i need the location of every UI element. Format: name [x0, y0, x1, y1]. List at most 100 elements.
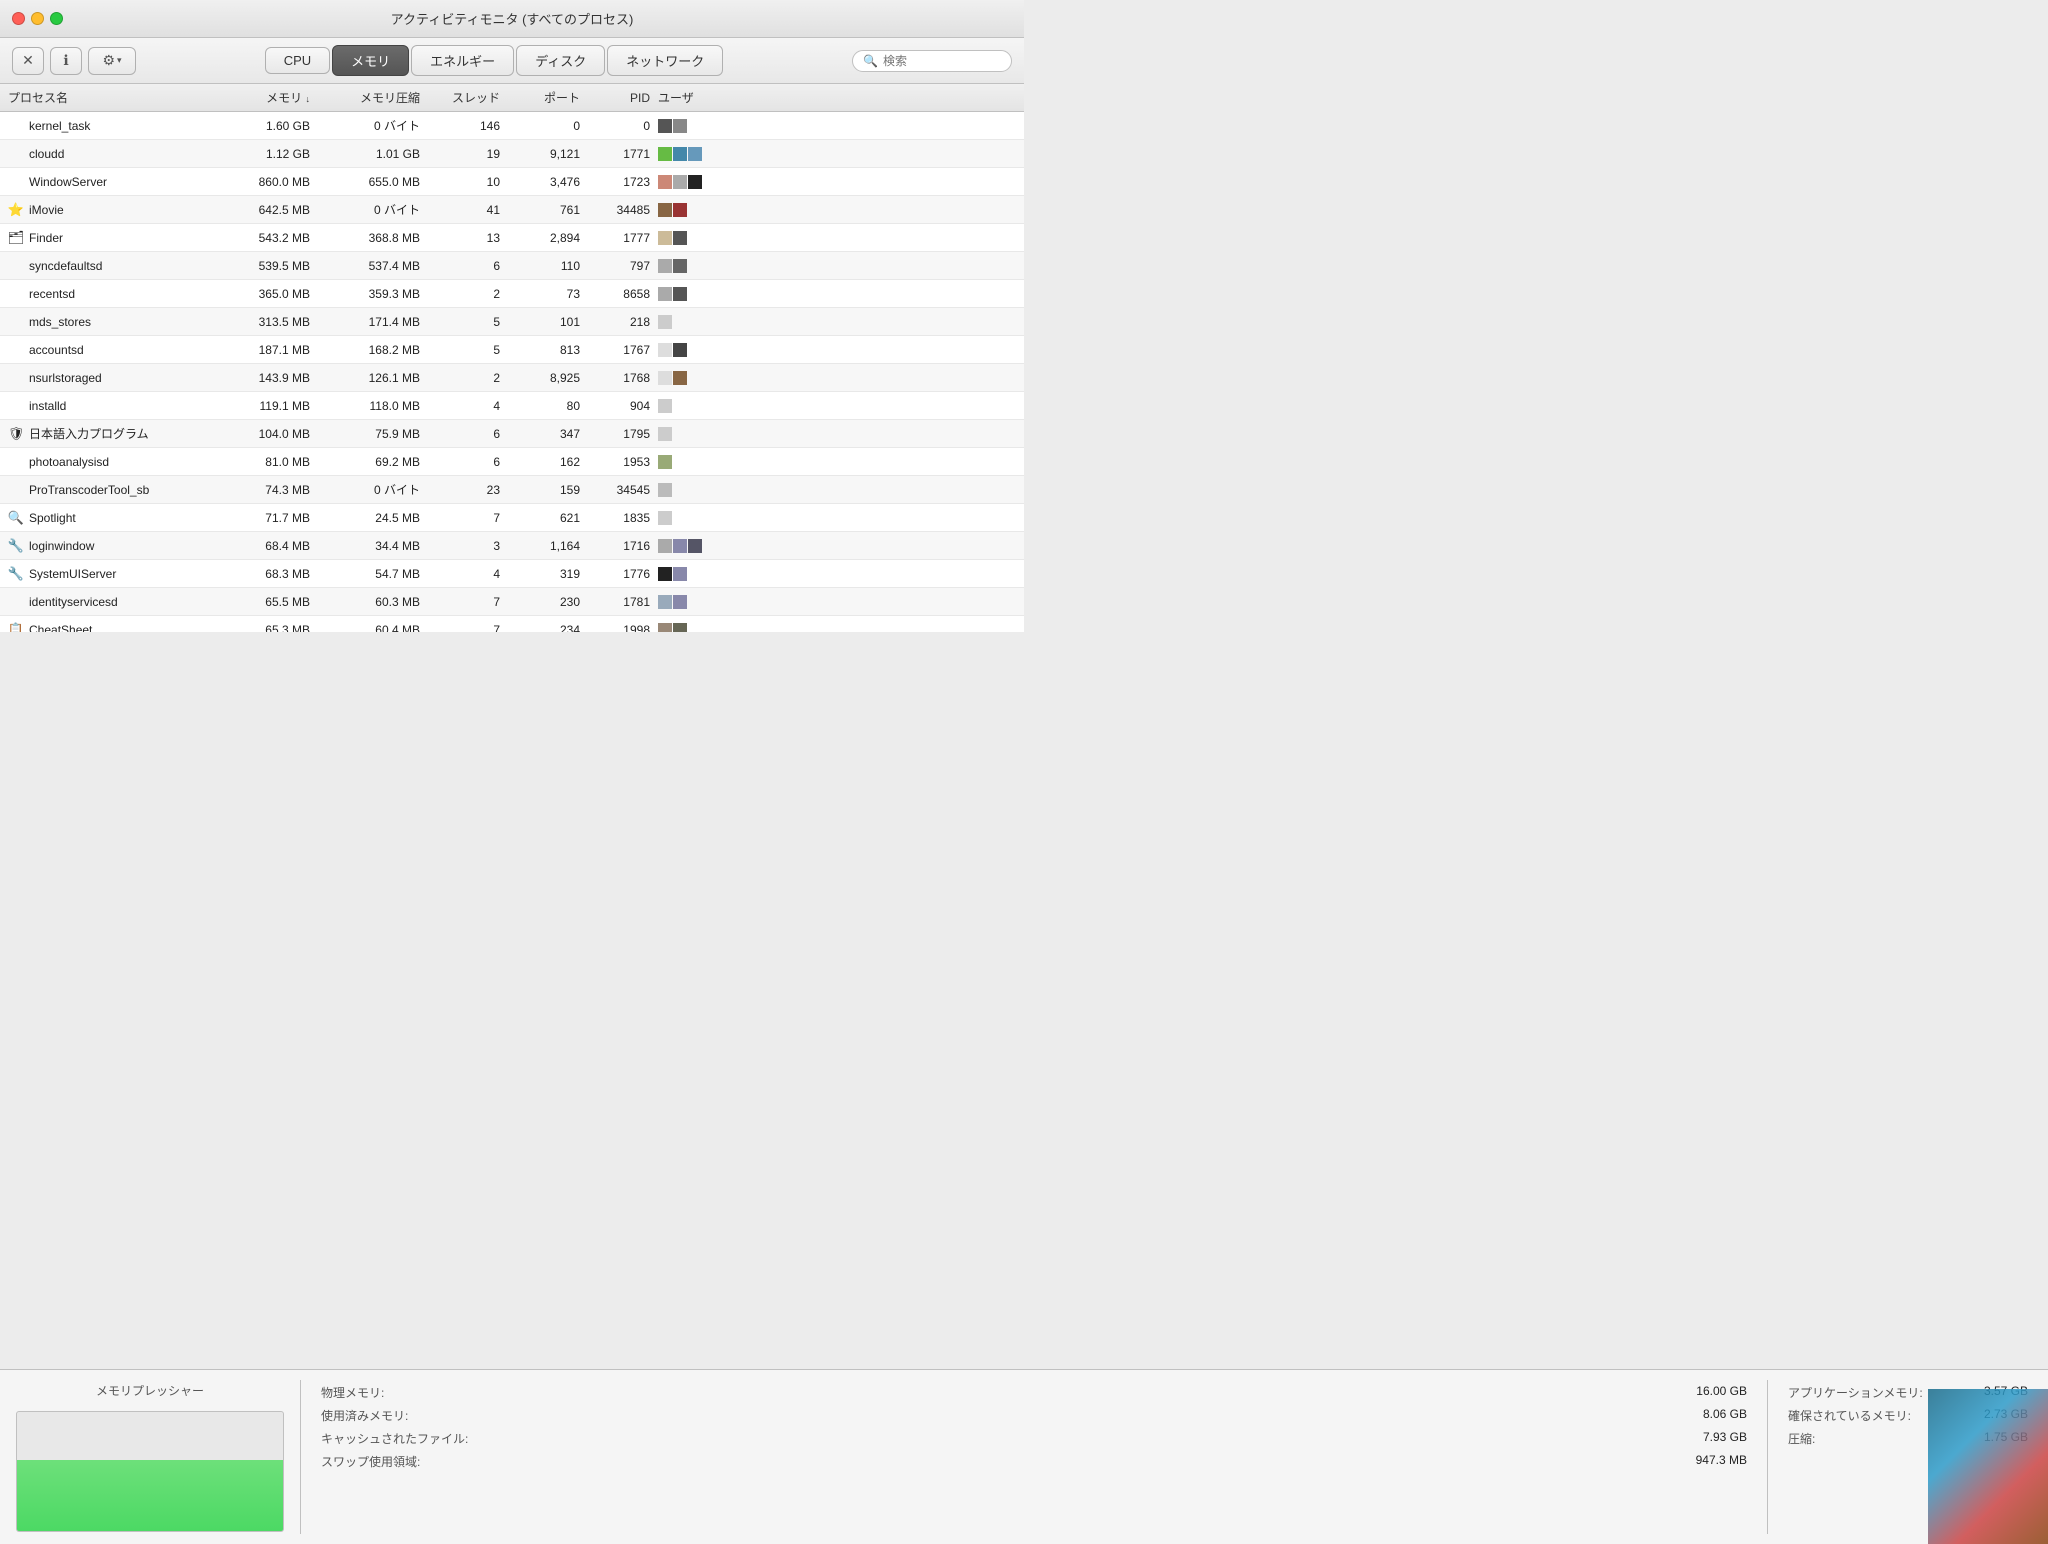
- cell-memcomp: 69.2 MB: [318, 455, 428, 469]
- cell-process-name: WindowServer: [8, 174, 208, 190]
- col-header-memcomp[interactable]: メモリ圧縮: [318, 89, 428, 106]
- cell-threads: 19: [428, 147, 508, 161]
- col-header-process[interactable]: プロセス名: [8, 89, 208, 106]
- cell-memcomp: 118.0 MB: [318, 399, 428, 413]
- tab-disk[interactable]: ディスク: [516, 45, 605, 76]
- table-row[interactable]: recentsd 365.0 MB 359.3 MB 2 73 8658: [0, 280, 1024, 308]
- cell-pid: 1777: [588, 231, 658, 245]
- cell-ports: 761: [508, 203, 588, 217]
- process-icon: 🗂: [8, 230, 24, 246]
- process-icon: [8, 482, 24, 498]
- table-row[interactable]: nsurlstoraged 143.9 MB 126.1 MB 2 8,925 …: [0, 364, 1024, 392]
- user-blocks: [658, 511, 672, 525]
- cell-user: [658, 315, 1016, 329]
- cell-memory: 365.0 MB: [208, 287, 318, 301]
- col-header-pid[interactable]: PID: [588, 91, 658, 105]
- cell-user: [658, 175, 1016, 189]
- search-box[interactable]: 🔍: [852, 50, 1012, 72]
- cell-memcomp: 60.3 MB: [318, 595, 428, 609]
- tab-network[interactable]: ネットワーク: [607, 45, 723, 76]
- chevron-down-icon: ▾: [117, 55, 122, 66]
- cell-memcomp: 537.4 MB: [318, 259, 428, 273]
- process-icon: [8, 174, 24, 190]
- user-color-block: [658, 343, 672, 357]
- user-blocks: [658, 203, 687, 217]
- cell-user: [658, 511, 1016, 525]
- table-row[interactable]: WindowServer 860.0 MB 655.0 MB 10 3,476 …: [0, 168, 1024, 196]
- col-header-thread[interactable]: スレッド: [428, 89, 508, 106]
- col-header-memory[interactable]: メモリ ↓: [208, 89, 318, 106]
- table-row[interactable]: 🔧 loginwindow 68.4 MB 34.4 MB 3 1,164 17…: [0, 532, 1024, 560]
- search-input[interactable]: [883, 54, 1001, 68]
- cell-memory: 543.2 MB: [208, 231, 318, 245]
- col-header-user[interactable]: ユーザ: [658, 89, 1016, 106]
- user-blocks: [658, 595, 687, 609]
- user-blocks: [658, 315, 672, 329]
- info-button[interactable]: ℹ: [50, 47, 82, 75]
- cell-pid: 0: [588, 119, 658, 133]
- maximize-button[interactable]: [50, 12, 63, 25]
- cell-user: [658, 371, 1016, 385]
- tab-cpu[interactable]: CPU: [265, 47, 330, 74]
- tab-memory[interactable]: メモリ: [332, 45, 409, 76]
- user-color-block: [658, 175, 672, 189]
- cell-threads: 6: [428, 259, 508, 273]
- process-icon: ⭐: [8, 202, 24, 218]
- pressure-bar: [17, 1460, 283, 1531]
- user-blocks: [658, 147, 702, 161]
- stat-row: キャッシュされたファイル: 7.93 GB: [321, 1430, 1747, 1447]
- table-row[interactable]: cloudd 1.12 GB 1.01 GB 19 9,121 1771: [0, 140, 1024, 168]
- table-row[interactable]: photoanalysisd 81.0 MB 69.2 MB 6 162 195…: [0, 448, 1024, 476]
- table-row[interactable]: installd 119.1 MB 118.0 MB 4 80 904: [0, 392, 1024, 420]
- cell-pid: 34545: [588, 483, 658, 497]
- col-header-port[interactable]: ポート: [508, 89, 588, 106]
- cell-process-name: 🗂 Finder: [8, 230, 208, 246]
- process-icon: [8, 594, 24, 610]
- stat-label: 圧縮:: [1788, 1430, 1815, 1447]
- close-button[interactable]: [12, 12, 25, 25]
- cell-process-name: syncdefaultsd: [8, 258, 208, 274]
- cell-process-name: identityservicesd: [8, 594, 208, 610]
- cell-ports: 2,894: [508, 231, 588, 245]
- process-icon: [8, 146, 24, 162]
- cell-memory: 74.3 MB: [208, 483, 318, 497]
- cell-user: [658, 623, 1016, 633]
- cell-pid: 1771: [588, 147, 658, 161]
- cell-user: [658, 343, 1016, 357]
- user-color-block: [658, 483, 672, 497]
- table-row[interactable]: ⭐ iMovie 642.5 MB 0 バイト 41 761 34485: [0, 196, 1024, 224]
- stat-label: アプリケーションメモリ:: [1788, 1384, 1923, 1401]
- cell-ports: 621: [508, 511, 588, 525]
- cell-threads: 23: [428, 483, 508, 497]
- cell-process-name: 🛡 日本語入力プログラム: [8, 425, 208, 442]
- cell-process-name: recentsd: [8, 286, 208, 302]
- minimize-button[interactable]: [31, 12, 44, 25]
- table-row[interactable]: accountsd 187.1 MB 168.2 MB 5 813 1767: [0, 336, 1024, 364]
- table-row[interactable]: 🔧 SystemUIServer 68.3 MB 54.7 MB 4 319 1…: [0, 560, 1024, 588]
- cell-pid: 1776: [588, 567, 658, 581]
- tab-energy[interactable]: エネルギー: [411, 45, 514, 76]
- cell-memcomp: 34.4 MB: [318, 539, 428, 553]
- process-icon: 🔧: [8, 566, 24, 582]
- table-row[interactable]: syncdefaultsd 539.5 MB 537.4 MB 6 110 79…: [0, 252, 1024, 280]
- table-row[interactable]: identityservicesd 65.5 MB 60.3 MB 7 230 …: [0, 588, 1024, 616]
- table-row[interactable]: 📋 CheatSheet 65.3 MB 60.4 MB 7 234 1998: [0, 616, 1024, 632]
- user-color-block: [658, 427, 672, 441]
- stop-button[interactable]: ✕: [12, 47, 44, 75]
- process-icon: 🔧: [8, 538, 24, 554]
- table-row[interactable]: 🔍 Spotlight 71.7 MB 24.5 MB 7 621 1835: [0, 504, 1024, 532]
- cell-user: [658, 287, 1016, 301]
- gear-button[interactable]: ⚙ ▾: [88, 47, 136, 75]
- user-blocks: [658, 231, 687, 245]
- table-row[interactable]: 🗂 Finder 543.2 MB 368.8 MB 13 2,894 1777: [0, 224, 1024, 252]
- user-blocks: [658, 483, 672, 497]
- cell-memory: 65.5 MB: [208, 595, 318, 609]
- cell-memcomp: 0 バイト: [318, 201, 428, 218]
- table-row[interactable]: kernel_task 1.60 GB 0 バイト 146 0 0: [0, 112, 1024, 140]
- cell-memcomp: 171.4 MB: [318, 315, 428, 329]
- process-icon: [8, 454, 24, 470]
- table-row[interactable]: mds_stores 313.5 MB 171.4 MB 5 101 218: [0, 308, 1024, 336]
- cell-user: [658, 399, 1016, 413]
- table-row[interactable]: ProTranscoderTool_sb 74.3 MB 0 バイト 23 15…: [0, 476, 1024, 504]
- table-row[interactable]: 🛡 日本語入力プログラム 104.0 MB 75.9 MB 6 347 1795: [0, 420, 1024, 448]
